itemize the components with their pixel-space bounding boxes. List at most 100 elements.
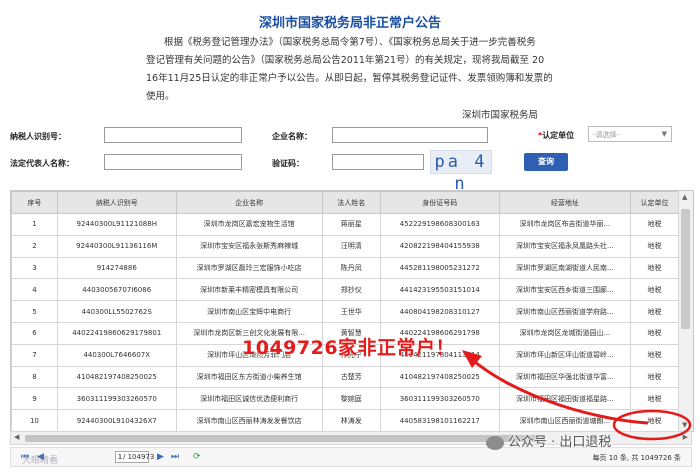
table-row[interactable]: 3 914274886 深圳市罗湖区磊玲三宏服饰小吃店 陈丹凤 44528119…	[11, 256, 679, 280]
results-table-container: 序号 纳税人识别号 企业名称 法人姓名 身份证号码 经营地址 认定单位 1 92…	[10, 190, 694, 432]
cell-taxpayer-id: 360311199303260570	[56, 387, 177, 411]
cell-index: 6	[11, 321, 58, 345]
cell-unit: 地税	[630, 321, 679, 345]
cell-company-name: 深圳市福田区诚信优选便利商行	[175, 387, 323, 411]
vertical-scrollbar[interactable]: ▲ ▼	[678, 191, 693, 431]
table-row[interactable]: 8 410482197408250025 深圳市福田区东方街道小柴养生馆 古楚芳…	[11, 365, 679, 389]
notice-signature: 深圳市国家税务局	[462, 110, 539, 121]
captcha-input[interactable]	[332, 154, 424, 170]
cell-unit: 地税	[630, 278, 679, 302]
cell-company-name: 深圳市福田区东方街道小柴养生馆	[175, 365, 323, 389]
pagination-bar: ⏮ ◀ / 104973 ▶ ⏭ ⟳ 每页 10 条, 共 1049726 条	[10, 447, 692, 467]
captcha-image[interactable]: pa 4 n	[430, 150, 492, 194]
refresh-icon[interactable]: ⟳	[193, 452, 201, 462]
next-page-icon[interactable]: ▶	[157, 452, 164, 462]
table-row[interactable]: 9 360311199303260570 深圳市福田区诚信优选便利商行 黎婉庭 …	[11, 387, 679, 411]
cell-legal-rep: 林涛发	[321, 409, 381, 431]
cell-index: 1	[11, 213, 58, 236]
unit-label: *认定单位	[538, 131, 575, 140]
table-row[interactable]: 5 440300LL5502762S 深圳市南山区宝辉中电商行 王世华 4408…	[11, 300, 679, 323]
cell-company-name: 深圳市新莱丰精密模具有限公司	[175, 278, 323, 302]
annotation-text: 1049726家非正常户！	[242, 337, 456, 359]
cell-unit: 地税	[630, 409, 679, 431]
cell-index: 4	[11, 278, 58, 302]
cell-taxpayer-id: 92440300L91136116M	[56, 234, 177, 258]
column-header: 纳税人识别号	[56, 191, 177, 214]
cell-legal-rep: 汪明清	[321, 234, 381, 258]
captcha-label: 验证码：	[272, 159, 304, 168]
cell-taxpayer-id: 44022419860629179801	[56, 321, 177, 345]
cell-index: 10	[11, 409, 58, 431]
cell-id-number: 440804198208310127	[379, 300, 500, 323]
unit-select[interactable]: -请选择- ▼	[588, 126, 672, 142]
total-pages-text: / 104973	[123, 453, 155, 461]
cell-address: 深圳市罗湖区南湖街道人民南...	[498, 256, 632, 280]
scroll-up-icon[interactable]: ▲	[682, 193, 687, 201]
cell-address: 深圳市坪山新区坪山街道碧岭...	[498, 343, 632, 367]
table-header-row: 序号 纳税人识别号 企业名称 法人姓名 身份证号码 经营地址 认定单位	[11, 191, 679, 214]
cell-address: 深圳市福田区华强北街道华富...	[498, 365, 632, 389]
cell-address: 深圳市福田区福田街道福星路...	[498, 387, 632, 411]
cell-unit: 地税	[630, 343, 679, 367]
cell-taxpayer-id: 440300L7646607X	[56, 343, 177, 367]
cell-unit: 地税	[630, 365, 679, 389]
cell-unit: 地税	[630, 213, 679, 236]
notice-line-3: 16年11月25日认定的非正常户予以公告。从即日起，暂停其税务登记证件、发票领购…	[146, 73, 553, 84]
cell-legal-rep: 陈丹凤	[321, 256, 381, 280]
watermark-text: 大眼睛看	[22, 456, 59, 466]
cell-unit: 地税	[630, 234, 679, 258]
cell-index: 3	[11, 256, 58, 280]
taxpayer-id-label: 纳税人识别号：	[10, 132, 66, 141]
cell-index: 8	[11, 365, 58, 389]
table-row[interactable]: 2 92440300L91136116M 深圳市宝安区福永张斯秀麻辣城 汪明清 …	[11, 234, 679, 258]
column-header: 法人姓名	[321, 191, 381, 214]
chevron-down-icon: ▼	[661, 130, 667, 138]
table-row[interactable]: 4 44030056707I6086 深圳市新莱丰精密模具有限公司 郑抄仪 44…	[11, 278, 679, 302]
wechat-watermark: 公众号 · 出口退税	[486, 431, 611, 450]
cell-index: 9	[11, 387, 58, 411]
column-header: 序号	[11, 191, 58, 214]
cell-company-name: 深圳市南山区西丽林涛发发餐饮店	[175, 409, 323, 431]
cell-address: 深圳市宝安区西乡街道三围廊...	[498, 278, 632, 302]
company-name-label: 企业名称：	[272, 132, 312, 141]
cell-address: 深圳市宝安区福永凤凰路头社...	[498, 234, 632, 258]
cell-id-number: 440583198101162217	[379, 409, 500, 431]
cell-taxpayer-id: 440300LL5502762S	[56, 300, 177, 323]
cell-index: 7	[11, 343, 58, 367]
cell-id-number: 360311199303260570	[379, 387, 500, 411]
notice-line-1: 根据《税务登记管理办法》（国家税务总局令第7号）、《国家税务总局关于进一步完善税…	[164, 37, 536, 48]
cell-company-name: 深圳市龙岗区嘉宏宠物生活馆	[175, 213, 323, 236]
scroll-down-icon[interactable]: ▼	[682, 421, 687, 429]
unit-select-value: -请选择-	[593, 131, 620, 139]
cell-company-name: 深圳市罗湖区磊玲三宏服饰小吃店	[175, 256, 323, 280]
scroll-left-icon[interactable]: ◀	[14, 433, 19, 441]
taxpayer-id-input[interactable]	[104, 127, 242, 143]
table-row[interactable]: 1 92440300L91121088H 深圳市龙岗区嘉宏宠物生活馆 蒋丽星 4…	[11, 213, 679, 236]
cell-unit: 地税	[630, 256, 679, 280]
horizontal-scroll-thumb[interactable]	[25, 435, 545, 442]
last-page-icon[interactable]: ⏭	[171, 452, 179, 462]
notice-line-4: 使用。	[146, 91, 175, 102]
legal-rep-label: 法定代表人名称：	[10, 159, 74, 168]
company-name-input[interactable]	[332, 127, 488, 143]
notice-body: 根据《税务登记管理办法》（国家税务总局令第7号）、《国家税务总局关于进一步完善税…	[146, 34, 556, 106]
legal-rep-input[interactable]	[104, 154, 242, 170]
cell-id-number: 452229198608300163	[379, 213, 500, 236]
cell-legal-rep: 黎婉庭	[321, 387, 381, 411]
cell-taxpayer-id: 92440300L91121088H	[56, 213, 177, 236]
cell-unit: 地税	[630, 387, 679, 411]
cell-taxpayer-id: 914274886	[56, 256, 177, 280]
vertical-scroll-thumb[interactable]	[681, 209, 690, 329]
cell-legal-rep: 郑抄仪	[321, 278, 381, 302]
cell-taxpayer-id: 92440300L9104326X7	[56, 409, 177, 431]
column-header: 认定单位	[630, 191, 679, 214]
query-button[interactable]: 查询	[524, 153, 568, 171]
cell-index: 5	[11, 300, 58, 323]
cell-id-number: 441423195503151014	[379, 278, 500, 302]
scroll-right-icon[interactable]: ▶	[683, 433, 688, 441]
notice-line-2: 登记管理有关问题的公告》（国家税务总局公告2011年第21号）的有关规定，现将我…	[146, 55, 545, 66]
cell-legal-rep: 蒋丽星	[321, 213, 381, 236]
table-row[interactable]: 10 92440300L9104326X7 深圳市南山区西丽林涛发发餐饮店 林涛…	[11, 409, 679, 431]
column-header: 经营地址	[498, 191, 632, 214]
results-table: 序号 纳税人识别号 企业名称 法人姓名 身份证号码 经营地址 认定单位 1 92…	[11, 191, 679, 431]
